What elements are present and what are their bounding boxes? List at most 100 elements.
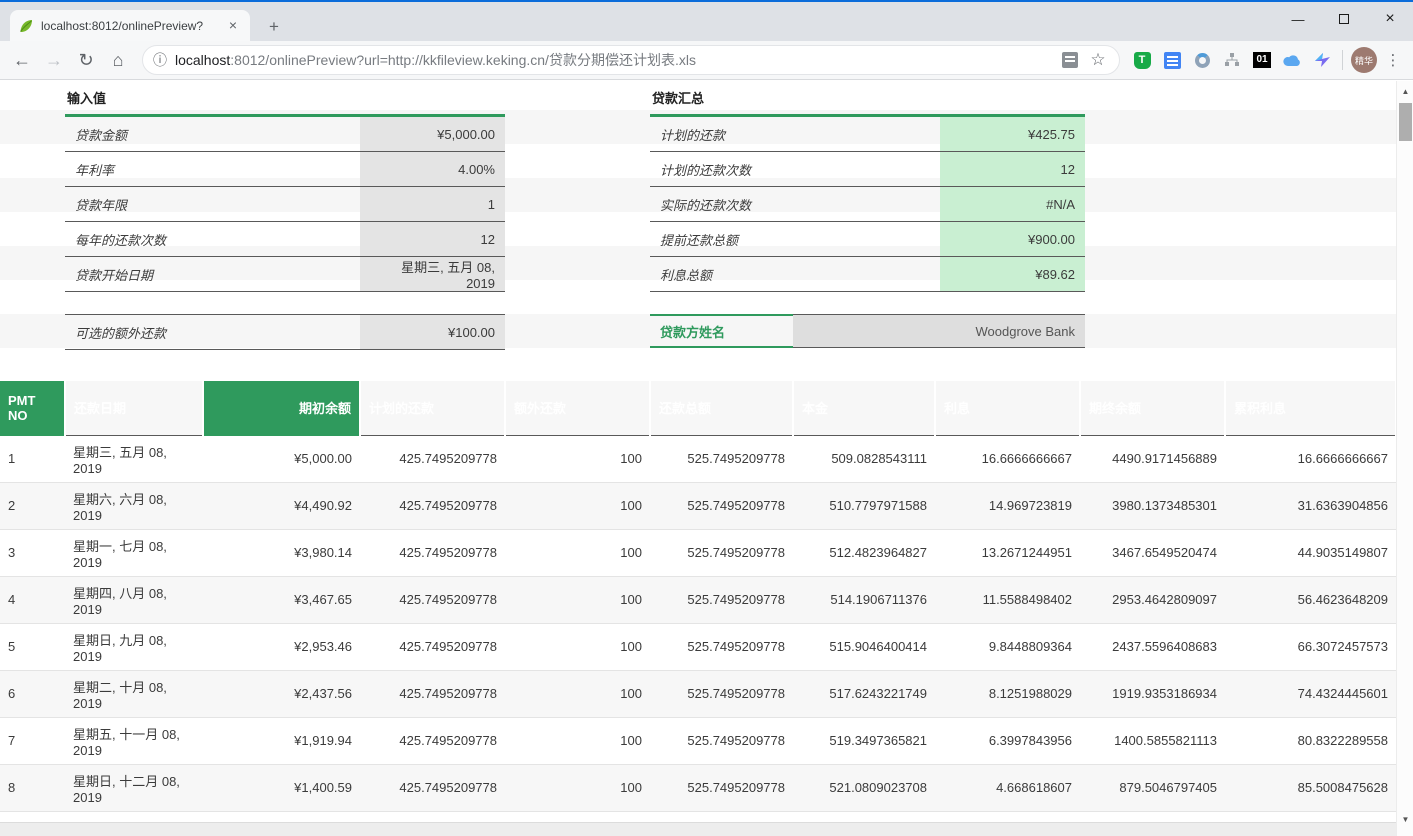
maximize-button[interactable] <box>1321 4 1367 34</box>
schedule-cell: 425.7495209778 <box>360 764 505 811</box>
sitemap-extension-icon[interactable] <box>1218 46 1246 74</box>
field-label: 利息总额 <box>650 257 940 291</box>
bird-extension-icon[interactable] <box>1308 46 1336 74</box>
field-value: 星期三, 五月 08, 2019 <box>360 257 505 291</box>
ring-extension-icon[interactable] <box>1188 46 1216 74</box>
field-label: 每年的还款次数 <box>65 222 360 256</box>
schedule-cell: 100 <box>505 764 650 811</box>
schedule-cell: 13.2671244951 <box>935 529 1080 576</box>
field-value: 1 <box>360 187 505 221</box>
form-row: 贷款开始日期星期三, 五月 08, 2019 <box>65 257 505 292</box>
schedule-cell: ¥3,467.65 <box>203 576 360 623</box>
scroll-up-icon[interactable]: ▲ <box>1397 85 1413 99</box>
schedule-row: 1星期三, 五月 08, 2019¥5,000.00425.7495209778… <box>0 435 1396 482</box>
schedule-cell: 525.7495209778 <box>650 435 793 482</box>
browser-tab[interactable]: localhost:8012/onlinePreview? × <box>10 10 250 41</box>
scrollbar-thumb[interactable] <box>1399 103 1412 141</box>
field-value: ¥100.00 <box>360 315 505 349</box>
schedule-cell: ¥4,490.92 <box>203 482 360 529</box>
schedule-cell: 100 <box>505 576 650 623</box>
lender-label: 贷款方姓名 <box>650 314 793 348</box>
translate-page-icon[interactable] <box>1059 49 1081 71</box>
schedule-cell: 425.7495209778 <box>360 623 505 670</box>
schedule-cell: 星期六, 六月 08, 2019 <box>65 482 203 529</box>
lender-value: Woodgrove Bank <box>793 314 1085 348</box>
vertical-scrollbar[interactable]: ▲ ▼ <box>1396 81 1413 836</box>
schedule-header-row: PMT NO还款日期期初余额计划的还款额外还款还款总额本金利息期终余额累积利息 <box>0 381 1396 435</box>
lender-name-row: 贷款方姓名 Woodgrove Bank <box>650 314 1085 348</box>
schedule-cell: 100 <box>505 717 650 764</box>
schedule-row: 4星期四, 八月 08, 2019¥3,467.65425.7495209778… <box>0 576 1396 623</box>
profile-avatar[interactable]: 精华 <box>1351 47 1377 73</box>
schedule-cell: 4 <box>0 576 65 623</box>
home-button[interactable]: ⌂ <box>104 46 132 74</box>
back-button[interactable]: ← <box>8 46 36 74</box>
field-value: ¥5,000.00 <box>360 117 505 151</box>
summary-section-title: 贷款汇总 <box>650 84 1085 117</box>
schedule-cell: 6.3997843956 <box>935 717 1080 764</box>
schedule-row: 5星期日, 九月 08, 2019¥2,953.46425.7495209778… <box>0 623 1396 670</box>
field-label: 可选的额外还款 <box>65 315 360 349</box>
cloud-extension-icon[interactable] <box>1278 46 1306 74</box>
field-value: ¥900.00 <box>940 222 1085 256</box>
translate-extension-icon[interactable] <box>1158 46 1186 74</box>
page-info-icon[interactable]: ⓘ <box>153 50 167 70</box>
schedule-cell: 521.0809023708 <box>793 764 935 811</box>
field-label: 计划的还款次数 <box>650 152 940 186</box>
schedule-cell: 6 <box>0 670 65 717</box>
summary-section: 贷款汇总 计划的还款¥425.75计划的还款次数12实际的还款次数#N/A提前还… <box>650 84 1085 292</box>
schedule-cell: 425.7495209778 <box>360 670 505 717</box>
schedule-cell: 525.7495209778 <box>650 670 793 717</box>
schedule-cell: 525.7495209778 <box>650 482 793 529</box>
schedule-cell: 56.4623648209 <box>1225 576 1396 623</box>
minimize-button[interactable]: — <box>1275 4 1321 34</box>
column-header: 期初余额 <box>203 381 360 435</box>
spreadsheet-preview: 输入值 贷款金额¥5,000.00年利率4.00%贷款年限1每年的还款次数12贷… <box>0 81 1413 836</box>
schedule-cell: 7 <box>0 717 65 764</box>
schedule-cell: 3980.1373485301 <box>1080 482 1225 529</box>
forward-button[interactable]: → <box>40 46 68 74</box>
schedule-row: 8星期日, 十二月 08, 2019¥1,400.59425.749520977… <box>0 764 1396 811</box>
01-extension-icon[interactable]: 01 <box>1248 46 1276 74</box>
form-row: 计划的还款次数12 <box>650 152 1085 187</box>
schedule-cell: ¥5,000.00 <box>203 435 360 482</box>
schedule-cell: 517.6243221749 <box>793 670 935 717</box>
maximize-icon <box>1339 14 1349 24</box>
url-host: localhost <box>175 52 230 68</box>
address-bar[interactable]: ⓘ localhost:8012/onlinePreview?url=http:… <box>142 45 1120 75</box>
scroll-down-icon[interactable]: ▼ <box>1397 813 1413 827</box>
chrome-menu-icon[interactable]: ⋮ <box>1381 51 1405 69</box>
browser-window: localhost:8012/onlinePreview? × + — × ← … <box>0 0 1413 836</box>
schedule-cell: 425.7495209778 <box>360 482 505 529</box>
new-tab-button[interactable]: + <box>262 15 286 39</box>
schedule-cell: 80.8322289558 <box>1225 717 1396 764</box>
inputs-section: 输入值 贷款金额¥5,000.00年利率4.00%贷款年限1每年的还款次数12贷… <box>65 84 505 292</box>
form-row: 贷款金额¥5,000.00 <box>65 117 505 152</box>
field-label: 贷款金额 <box>65 117 360 151</box>
schedule-cell: 8.1251988029 <box>935 670 1080 717</box>
schedule-cell: 星期四, 八月 08, 2019 <box>65 576 203 623</box>
schedule-cell: 5 <box>0 623 65 670</box>
schedule-cell: 44.9035149807 <box>1225 529 1396 576</box>
schedule-cell: 14.969723819 <box>935 482 1080 529</box>
close-button[interactable]: × <box>1367 4 1413 34</box>
field-value: ¥425.75 <box>940 117 1085 151</box>
column-header: 还款总额 <box>650 381 793 435</box>
column-header: 利息 <box>935 381 1080 435</box>
schedule-cell: 8 <box>0 764 65 811</box>
schedule-cell: 100 <box>505 670 650 717</box>
spring-leaf-icon <box>18 18 34 34</box>
bookmark-star-icon[interactable]: ☆ <box>1087 49 1109 71</box>
schedule-cell: ¥3,980.14 <box>203 529 360 576</box>
inputs-rows: 贷款金额¥5,000.00年利率4.00%贷款年限1每年的还款次数12贷款开始日… <box>65 117 505 292</box>
field-label: 年利率 <box>65 152 360 186</box>
form-row: 提前还款总额¥900.00 <box>650 222 1085 257</box>
schedule-cell: 4490.9171456889 <box>1080 435 1225 482</box>
tab-close-icon[interactable]: × <box>224 17 242 35</box>
toolbar-separator <box>1342 50 1343 70</box>
schedule-cell: 星期三, 五月 08, 2019 <box>65 435 203 482</box>
tampermonkey-extension-icon[interactable]: T <box>1128 46 1156 74</box>
column-header: PMT NO <box>0 381 65 435</box>
reload-button[interactable]: ↻ <box>72 46 100 74</box>
field-label: 实际的还款次数 <box>650 187 940 221</box>
